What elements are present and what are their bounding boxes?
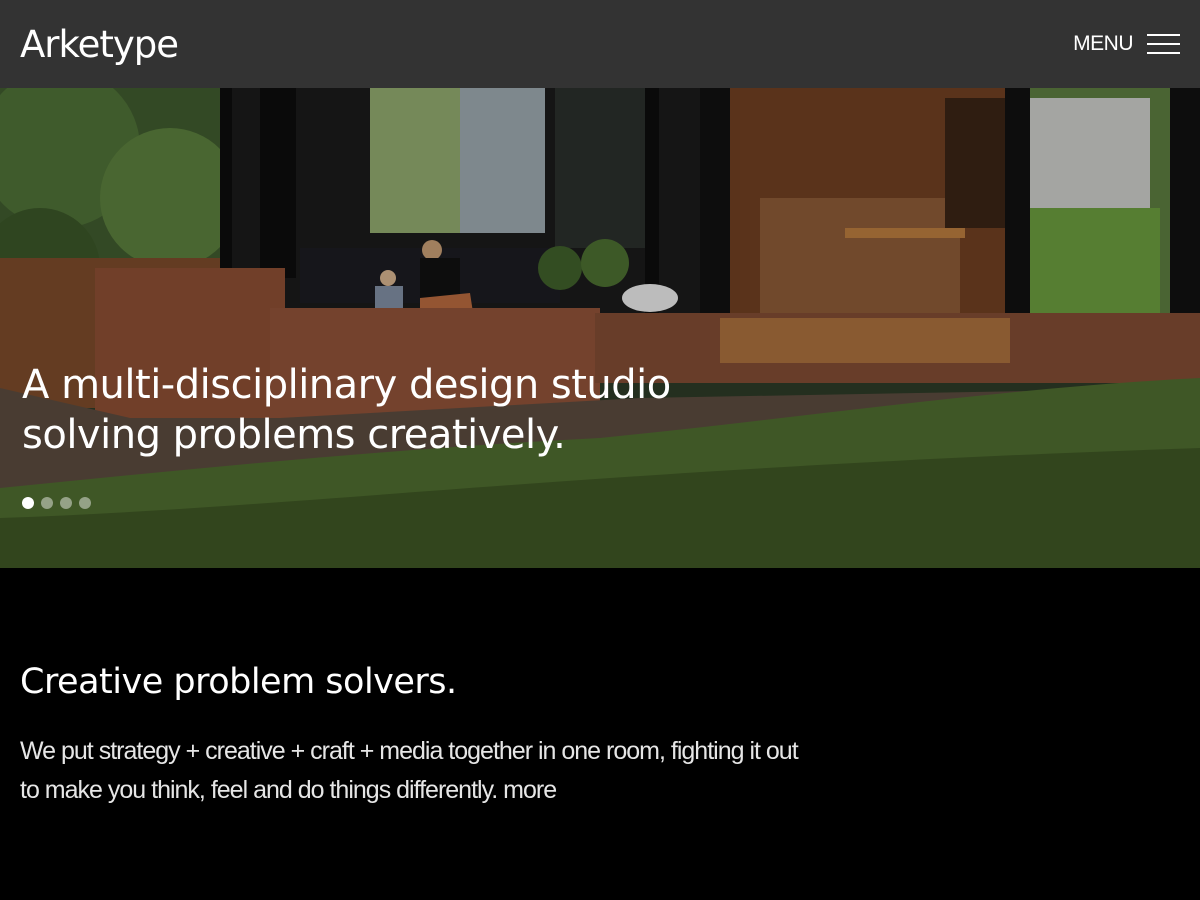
hero-headline-line1: A multi-disciplinary design studio [22,362,671,408]
slider-dot-3[interactable] [60,497,72,509]
slider-dot-1[interactable] [22,497,34,509]
slider-dot-2[interactable] [41,497,53,509]
intro-body: We put strategy + creative + craft + med… [20,732,820,810]
slider-dots [22,497,91,509]
hero-headline: A multi-disciplinary design studio solvi… [22,360,782,460]
site-header: Arketype MENU [0,0,1200,88]
slider-dot-4[interactable] [79,497,91,509]
logo[interactable]: Arketype [20,23,179,66]
menu-button[interactable]: MENU [1073,32,1180,56]
hero-headline-line2: solving problems creatively. [22,412,566,458]
hero-slider: A multi-disciplinary design studio solvi… [0,88,1200,568]
more-link[interactable]: more [503,776,557,804]
intro-body-text: We put strategy + creative + craft + med… [20,737,799,804]
hero-image [0,88,1200,568]
hamburger-icon [1147,34,1180,54]
intro-section: Creative problem solvers. We put strateg… [0,568,1200,900]
intro-title: Creative problem solvers. [20,662,457,702]
menu-label: MENU [1073,32,1133,55]
